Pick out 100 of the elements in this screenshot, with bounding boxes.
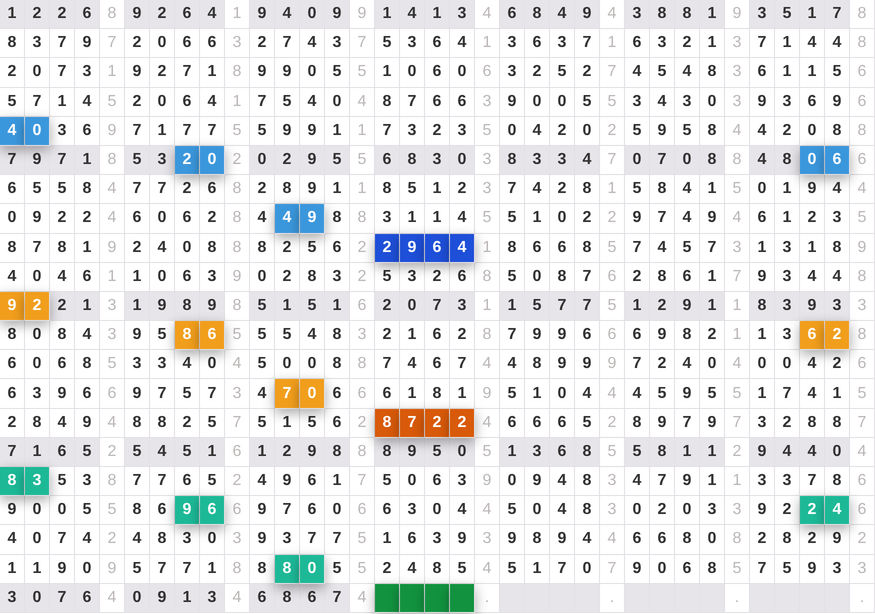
grid-digit: 3 <box>450 0 475 30</box>
grid-digit: 7 <box>150 467 175 496</box>
highlighted-digit: 2 <box>175 146 200 176</box>
grid-digit: 4 <box>675 58 700 88</box>
grid-digit: 1 <box>700 467 725 496</box>
grid-digit: 4 <box>0 525 25 555</box>
grid-digit: 0 <box>550 204 575 234</box>
grid-digit: 1 <box>500 292 525 322</box>
grid-digit: 2 <box>425 262 450 292</box>
grid-digit: 1 <box>200 58 225 88</box>
separator-digit: 5 <box>358 151 366 170</box>
grid-digit: 4 <box>525 175 550 204</box>
highlighted-digit: 0 <box>300 379 325 409</box>
grid-digit: 0 <box>575 554 600 584</box>
grid-digit: 7 <box>0 438 25 467</box>
grid-digit: 3 <box>500 58 525 88</box>
grid-digit: 2 <box>675 29 700 58</box>
grid-digit: 0 <box>550 88 575 117</box>
separator-digit: 1 <box>108 63 116 82</box>
grid-digit: 7 <box>425 292 450 322</box>
grid-digit: 2 <box>650 496 675 526</box>
grid-digit: 2 <box>125 88 150 117</box>
highlighted-digit: 7 <box>275 379 300 409</box>
highlighted-digit: 2 <box>25 292 50 322</box>
separator-digit: 4 <box>732 355 742 374</box>
separator-digit: 8 <box>858 326 866 344</box>
separator-digit: 7 <box>358 34 366 52</box>
grid-digit: 7 <box>125 467 150 496</box>
grid-digit: 3 <box>500 29 525 58</box>
grid-digit: 0 <box>300 58 325 88</box>
grid-digit: 2 <box>75 204 100 234</box>
grid-digit: 0 <box>150 88 175 117</box>
grid-digit: 8 <box>400 146 425 176</box>
grid-digit: 9 <box>250 496 275 526</box>
grid-digit: 3 <box>275 525 300 555</box>
separator-digit: 8 <box>232 296 242 315</box>
grid-digit: 8 <box>375 175 400 204</box>
separator-digit: 9 <box>732 5 742 24</box>
separator-digit: 3 <box>358 326 366 344</box>
grid-digit: 6 <box>400 525 425 555</box>
highlighted-digit: 4 <box>275 204 300 234</box>
grid-digit: 5 <box>500 554 525 584</box>
grid-digit: 3 <box>775 321 800 350</box>
grid-digit: 8 <box>125 496 150 526</box>
grid-digit: 9 <box>825 88 850 117</box>
separator-digit: 1 <box>358 180 366 198</box>
grid-digit: 6 <box>550 438 575 467</box>
grid-digit: 5 <box>250 116 275 146</box>
separator-digit: . <box>734 588 740 607</box>
grid-digit: 5 <box>375 467 400 496</box>
grid-digit: 4 <box>75 321 100 350</box>
grid-digit: 7 <box>775 379 800 409</box>
highlighted-digit: 2 <box>450 408 475 438</box>
grid-digit: 7 <box>150 175 175 204</box>
grid-digit: 6 <box>50 350 75 380</box>
highlighted-digit: 0 <box>800 146 825 176</box>
grid-digit: 6 <box>50 438 75 467</box>
grid-digit: 0 <box>750 350 775 380</box>
grid-digit: 4 <box>250 204 275 234</box>
grid-digit: 5 <box>550 58 575 88</box>
separator-digit: 6 <box>232 501 242 520</box>
grid-digit: 0 <box>400 292 425 322</box>
grid-digit: 2 <box>650 292 675 322</box>
grid-digit: 9 <box>700 408 725 438</box>
separator-digit: 4 <box>108 209 116 228</box>
grid-digit: 0 <box>700 88 725 117</box>
grid-digit: 9 <box>800 175 825 204</box>
grid-digit: 9 <box>650 116 675 146</box>
grid-digit: 8 <box>825 408 850 438</box>
grid-digit: 0 <box>500 116 525 146</box>
separator-digit: 9 <box>358 5 366 24</box>
grid-digit: 9 <box>0 496 25 526</box>
separator-digit: 5 <box>858 384 866 403</box>
grid-digit: 1 <box>525 554 550 584</box>
grid-digit: 4 <box>0 262 25 292</box>
grid-digit: 2 <box>425 116 450 146</box>
separator-digit: 4 <box>608 530 616 548</box>
grid-digit: 3 <box>775 467 800 496</box>
grid-digit: 4 <box>625 379 650 409</box>
grid-digit: 6 <box>75 0 100 30</box>
separator-digit: 8 <box>858 5 866 24</box>
grid-digit: 9 <box>125 0 150 30</box>
grid-digit: 0 <box>200 350 225 380</box>
grid-digit: 0 <box>325 88 350 117</box>
grid-digit: 9 <box>300 116 325 146</box>
grid-digit: 5 <box>400 175 425 204</box>
grid-digit: 5 <box>325 554 350 584</box>
highlighted-digit: 8 <box>0 467 25 496</box>
grid-digit: 8 <box>75 350 100 380</box>
grid-digit: 9 <box>250 0 275 30</box>
grid-digit: 4 <box>550 496 575 526</box>
grid-digit: 4 <box>675 204 700 234</box>
separator-digit: 6 <box>858 92 866 111</box>
grid-digit: 5 <box>125 146 150 176</box>
grid-digit: 8 <box>525 0 550 30</box>
grid-digit: 0 <box>325 496 350 526</box>
separator-digit: 6 <box>858 151 866 170</box>
grid-digit: 9 <box>125 321 150 350</box>
highlighted-digit: 6 <box>800 321 825 350</box>
separator-digit: 8 <box>232 209 242 228</box>
